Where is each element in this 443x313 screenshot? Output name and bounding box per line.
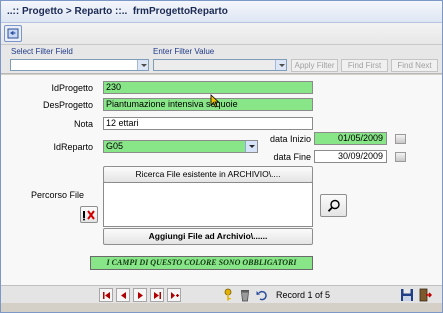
data-fine-label: data Fine [273,152,311,162]
find-next-button[interactable]: Find Next [391,59,438,72]
trash-icon [241,290,249,302]
chevron-down-icon[interactable] [275,60,286,70]
exit-door-icon [419,288,433,302]
save-icon [401,289,413,301]
filter-bar: Select Filter Field Enter Filter Value A… [1,45,442,74]
last-record-icon [154,292,161,299]
record-counter: Record 1 of 5 [276,290,331,300]
des-progetto-label: DesProgetto [42,100,93,110]
title-bar: ..:: Progetto > Reparto ::.. frmProgetto… [1,1,442,23]
delete-icon [83,210,95,221]
mouse-cursor-icon [210,94,220,108]
apply-filter-button[interactable]: Apply Filter [291,59,338,72]
chevron-down-icon[interactable] [137,60,148,70]
calendar-icon[interactable] [395,134,406,144]
first-record-icon [103,292,110,299]
next-record-icon [138,292,143,299]
undo-icon [256,290,267,301]
filter-field-select[interactable] [10,59,149,71]
key-icon [224,288,232,301]
form-body: IdProgetto 230 DesProgetto Piantumazione… [1,75,442,285]
save-button[interactable] [400,288,414,302]
id-reparto-select[interactable]: G05 [103,140,258,153]
filter-field-label: Select Filter Field [11,47,73,56]
exit-button[interactable] [418,288,433,302]
status-bar [1,303,442,312]
search-file-button[interactable] [320,194,347,217]
last-record-button[interactable] [150,288,164,302]
filter-value-select[interactable] [153,59,287,71]
filter-value-label: Enter Filter Value [153,47,215,56]
percorso-file-field[interactable] [103,182,313,227]
calendar-icon[interactable] [395,152,406,162]
id-reparto-value: G05 [106,141,124,151]
id-progetto-label: IdProgetto [51,83,93,93]
data-inizio-field[interactable]: 01/05/2009 [314,132,387,145]
search-archive-button[interactable]: Ricerca File esistente in ARCHIVIO\.... [103,166,313,183]
refresh-icon [7,28,19,39]
data-inizio-label: data Inizio [269,134,311,144]
window-title: ..:: Progetto > Reparto ::.. frmProgetto… [7,6,228,17]
id-reparto-label: IdReparto [53,142,93,152]
required-fields-notice: I CAMPI DI QUESTO COLORE SONO OBBLIGATOR… [90,256,313,270]
data-fine-field[interactable]: 30/09/2009 [314,150,387,163]
previous-record-icon [121,292,126,299]
nota-field[interactable]: 12 ettari [103,117,313,130]
record-navigator: Record 1 of 5 [1,285,442,303]
new-record-button[interactable] [167,288,181,302]
new-record-icon [171,292,179,299]
form-window: ..:: Progetto > Reparto ::.. frmProgetto… [0,0,443,313]
delete-record-button[interactable] [238,288,252,302]
percorso-file-label: Percorso File [31,190,85,200]
filter-key-button[interactable] [221,288,235,302]
add-file-button[interactable]: Aggiungi File ad Archivio\...... [103,228,313,245]
chevron-down-icon[interactable] [245,141,257,152]
undo-button[interactable] [255,288,269,302]
next-record-button[interactable] [133,288,147,302]
refresh-button[interactable] [4,25,22,42]
nota-label: Nota [73,119,93,129]
search-icon [327,199,340,212]
id-progetto-field[interactable]: 230 [103,81,313,94]
first-record-button[interactable] [99,288,113,302]
des-progetto-field[interactable]: Piantumazione intensiva sequoie [103,98,313,111]
delete-path-button[interactable] [80,206,98,223]
find-first-button[interactable]: Find First [341,59,388,72]
previous-record-button[interactable] [116,288,130,302]
toolbar [1,23,442,45]
